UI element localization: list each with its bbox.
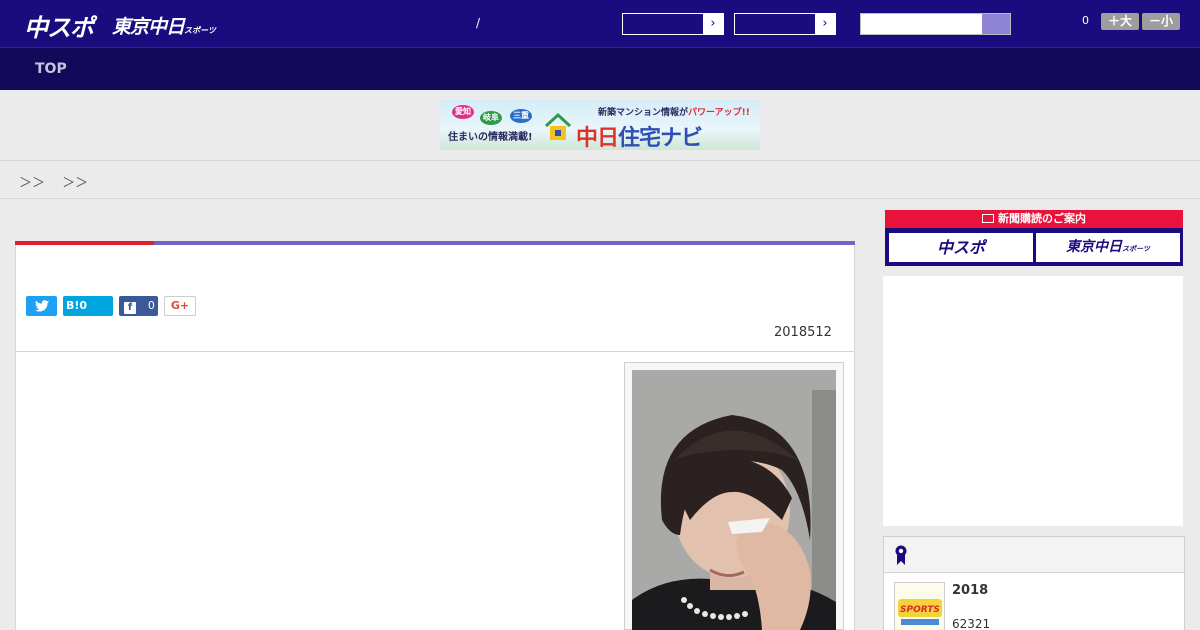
banner-bubble-mie: 三重	[510, 109, 532, 123]
twitter-icon	[34, 300, 49, 312]
font-larger-button[interactable]: ＋大	[1101, 13, 1139, 30]
facebook-icon: f	[124, 302, 136, 314]
banner-brand-b: 住宅ナビ	[618, 126, 703, 150]
article-photo-image	[632, 370, 836, 630]
ranking-header	[884, 537, 1184, 573]
category-select-2[interactable]: ›	[734, 13, 836, 35]
newspaper-icon	[982, 214, 994, 223]
housing-navi-banner[interactable]: 愛知 岐阜 三重 住まいの情報満載! 新築マンション情報がパワーアップ!! 中日…	[440, 100, 760, 150]
ranking-box: SPORTS 2018 62321	[883, 536, 1185, 630]
article-accent-red	[15, 241, 154, 245]
sidebar-ad[interactable]	[883, 276, 1183, 526]
svg-text:SPORTS: SPORTS	[900, 605, 940, 615]
ranking-thumbnail[interactable]: SPORTS	[894, 582, 945, 630]
ranking-item-title[interactable]: 2018	[952, 583, 988, 598]
banner-subtitle: 住まいの情報満載!	[448, 132, 533, 143]
tokyo-logo-main: 東京中日	[112, 16, 185, 38]
search-box[interactable]	[860, 13, 1011, 35]
subscribe-tokyo-sub: スポーツ	[1122, 245, 1150, 253]
chuspo-logo[interactable]: 中スポ	[24, 8, 94, 43]
article-date: 2018512	[774, 325, 832, 340]
ranking-thumbnail-image: SPORTS	[895, 583, 944, 630]
subscribe-tokyo-button[interactable]: 東京中日スポーツ	[1036, 233, 1180, 262]
ranking-item-number: 62321	[952, 617, 991, 630]
divider	[16, 351, 854, 352]
divider	[0, 198, 1200, 199]
banner-area: 愛知 岐阜 三重 住まいの情報満載! 新築マンション情報がパワーアップ!! 中日…	[0, 90, 1200, 161]
subscription-header-label: 新聞購読のご案内	[998, 212, 1086, 225]
font-size-count: 0	[1082, 14, 1089, 27]
house-icon	[544, 112, 572, 140]
nav-item-top[interactable]: TOP	[35, 61, 67, 77]
article-accent-purple	[154, 241, 855, 245]
banner-headline-prefix: 新築マンション情報が	[598, 108, 689, 118]
breadcrumb[interactable]: ＞＞ ＞＞	[19, 172, 88, 191]
tokyo-chunichi-logo[interactable]: 東京中日スポーツ	[112, 12, 216, 39]
medal-icon	[895, 545, 907, 565]
googleplus-share-button[interactable]: G+	[164, 296, 196, 316]
subscription-box: 新聞購読のご案内 中スポ 東京中日スポーツ	[885, 210, 1183, 266]
chevron-right-icon: ›	[815, 14, 835, 34]
tokyo-logo-sub: スポーツ	[184, 26, 216, 35]
site-header: 中スポ 東京中日スポーツ / › › 0 ＋大 －小	[0, 0, 1200, 48]
search-button[interactable]	[982, 14, 1010, 34]
banner-headline-emph: パワーアップ!!	[688, 108, 750, 118]
banner-bubble-aichi: 愛知	[452, 105, 474, 119]
subscribe-tokyo-label: 東京中日	[1066, 239, 1123, 255]
article-photo[interactable]	[632, 370, 836, 630]
main-nav: TOP	[0, 48, 1200, 90]
facebook-share-button[interactable]: f 0	[119, 296, 158, 316]
banner-bubble-gifu: 岐阜	[480, 111, 502, 125]
chevron-right-icon: ›	[703, 14, 723, 34]
category-select-1[interactable]: ›	[622, 13, 724, 35]
subscription-header: 新聞購読のご案内	[885, 210, 1183, 228]
subscribe-chuspo-button[interactable]: 中スポ	[889, 233, 1033, 262]
facebook-count: 0	[147, 299, 155, 312]
banner-headline: 新築マンション情報がパワーアップ!!	[598, 105, 750, 118]
header-separator: /	[476, 16, 481, 30]
hatena-bookmark-button[interactable]: B!0	[63, 296, 113, 316]
font-smaller-button[interactable]: －小	[1142, 13, 1180, 30]
banner-brand-a: 中日	[576, 126, 619, 150]
twitter-share-button[interactable]	[26, 296, 57, 316]
banner-brand: 中日住宅ナビ	[576, 120, 703, 150]
